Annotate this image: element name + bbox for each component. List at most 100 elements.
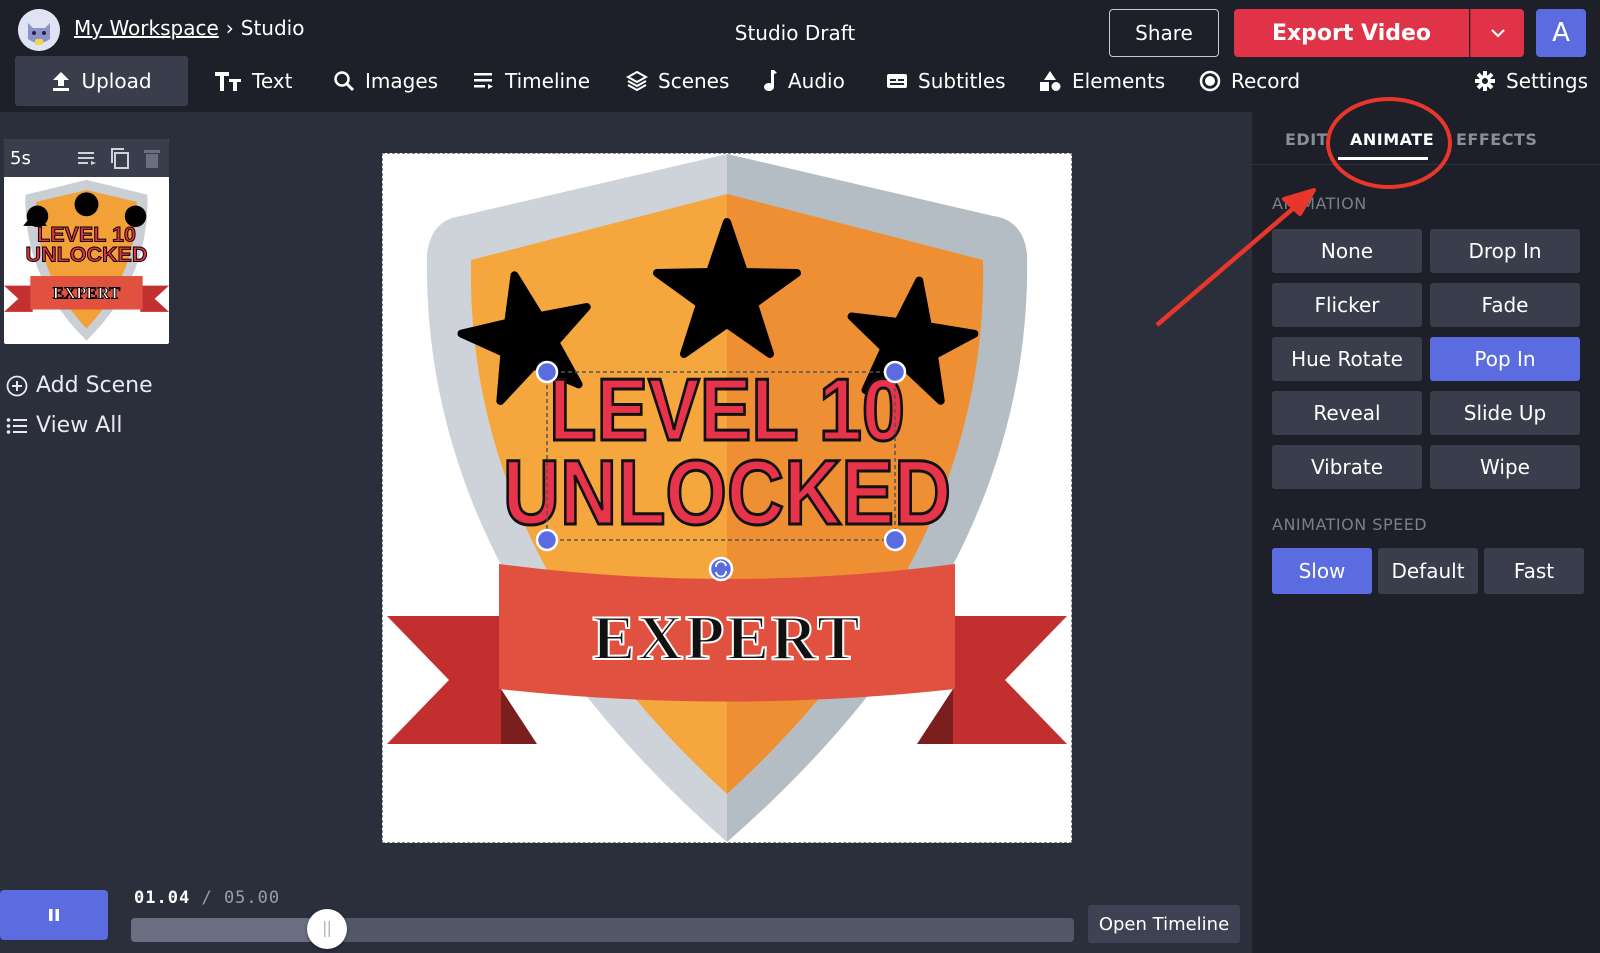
text-tool-label: Text	[252, 69, 293, 93]
resize-handle-top-right[interactable]	[883, 360, 907, 384]
ribbon-fold-left	[501, 689, 537, 744]
resize-handle-top-left[interactable]	[535, 360, 559, 384]
list-icon	[6, 417, 27, 434]
user-avatar[interactable]: A	[1536, 9, 1586, 57]
workspace-link[interactable]: My Workspace	[74, 16, 219, 40]
scrubber-progress	[131, 918, 328, 942]
animation-wipe-button[interactable]: Wipe	[1430, 445, 1580, 489]
view-all-label: View All	[36, 413, 123, 438]
animation-reveal-button[interactable]: Reveal	[1272, 391, 1422, 435]
gear-icon	[1475, 71, 1495, 91]
properties-panel: EDIT ANIMATE EFFECTS ANIMATION None Drop…	[1252, 112, 1600, 953]
add-scene-button[interactable]: Add Scene	[6, 373, 153, 398]
video-canvas[interactable]: LEVEL 10 UNLOCKED EXPERT	[382, 153, 1072, 843]
scene-card[interactable]: 5s LEVEL 10 UNLOCKED EXPERT	[4, 139, 169, 344]
shapes-icon	[1040, 71, 1061, 91]
open-timeline-button[interactable]: Open Timeline	[1088, 905, 1240, 943]
chevron-down-icon	[1490, 29, 1505, 38]
resize-handle-bottom-right[interactable]	[883, 528, 907, 552]
scrubber-track[interactable]	[131, 918, 1074, 942]
reorder-icon[interactable]	[77, 149, 99, 167]
animation-slide-up-button[interactable]: Slide Up	[1430, 391, 1580, 435]
animation-drop-in-button[interactable]: Drop In	[1430, 229, 1580, 273]
rotate-handle-icon[interactable]	[708, 556, 734, 582]
current-time: 01.04	[134, 888, 191, 908]
search-icon	[334, 71, 355, 92]
record-tool-label: Record	[1231, 69, 1301, 93]
time-separator: /	[201, 888, 213, 908]
thumb-ribbon-text: EXPERT	[53, 284, 120, 303]
text-tool-button[interactable]: Text	[214, 56, 292, 106]
total-time: 05.00	[223, 888, 281, 908]
upload-icon	[53, 72, 70, 91]
breadcrumb-separator: ›	[225, 16, 234, 40]
elements-tool-button[interactable]: Elements	[1038, 56, 1165, 106]
active-tab-indicator	[1338, 157, 1428, 160]
breadcrumb: My Workspace › Studio	[74, 16, 304, 40]
animation-pop-in-button[interactable]: Pop In	[1430, 337, 1580, 381]
text-icon	[215, 72, 241, 91]
tab-animate[interactable]: ANIMATE	[1350, 130, 1434, 149]
images-tool-label: Images	[365, 69, 439, 93]
pause-icon	[49, 909, 59, 921]
animation-section-label: ANIMATION	[1272, 194, 1367, 213]
export-video-button[interactable]: Export Video	[1234, 9, 1469, 57]
record-icon	[1199, 70, 1221, 92]
timeline-icon	[474, 73, 493, 89]
scene-thumbnail: LEVEL 10 UNLOCKED EXPERT	[4, 178, 169, 343]
resize-handle-bottom-left[interactable]	[535, 528, 559, 552]
headline-line2[interactable]: UNLOCKED	[501, 440, 952, 546]
timecode: 01.04 / 05.00	[134, 888, 280, 908]
workspace-logo[interactable]	[18, 9, 60, 51]
ribbon-tail-left	[387, 616, 501, 744]
animation-hue-rotate-button[interactable]: Hue Rotate	[1272, 337, 1422, 381]
subtitles-tool-button[interactable]: Subtitles	[886, 56, 1006, 106]
music-note-icon	[764, 70, 777, 91]
animation-speed-label: ANIMATION SPEED	[1272, 515, 1428, 534]
grip-icon	[324, 921, 331, 937]
top-bar: My Workspace › Studio Studio Draft Share…	[0, 0, 1600, 112]
timeline-tool-button[interactable]: Timeline	[473, 56, 590, 106]
duplicate-icon[interactable]	[109, 147, 131, 169]
images-tool-button[interactable]: Images	[333, 56, 438, 106]
record-tool-button[interactable]: Record	[1199, 56, 1300, 106]
upload-label: Upload	[81, 69, 152, 93]
speed-slow-button[interactable]: Slow	[1272, 548, 1372, 594]
settings-label: Settings	[1506, 69, 1589, 93]
trash-icon[interactable]	[141, 147, 163, 169]
upload-button[interactable]: Upload	[15, 56, 188, 106]
tab-effects[interactable]: EFFECTS	[1456, 130, 1537, 149]
project-title[interactable]: Studio Draft	[695, 21, 895, 45]
audio-tool-label: Audio	[788, 69, 845, 93]
ribbon-fold-right	[917, 689, 953, 744]
export-options-button[interactable]	[1470, 9, 1524, 57]
scrubber-handle[interactable]	[307, 909, 348, 949]
share-button[interactable]: Share	[1109, 9, 1219, 57]
scene-duration[interactable]: 5s	[10, 148, 31, 169]
elements-tool-label: Elements	[1072, 69, 1166, 93]
scenes-tool-label: Scenes	[658, 69, 730, 93]
scene-card-header: 5s	[4, 139, 169, 177]
view-all-button[interactable]: View All	[6, 413, 122, 438]
tab-edit[interactable]: EDIT	[1285, 130, 1328, 149]
animation-fade-button[interactable]: Fade	[1430, 283, 1580, 327]
timeline-tool-label: Timeline	[505, 69, 591, 93]
speed-fast-button[interactable]: Fast	[1484, 548, 1584, 594]
badge-artwork: LEVEL 10 UNLOCKED EXPERT	[387, 154, 1067, 842]
audio-tool-button[interactable]: Audio	[762, 56, 845, 106]
animation-flicker-button[interactable]: Flicker	[1272, 283, 1422, 327]
settings-button[interactable]: Settings	[1474, 56, 1588, 106]
plus-circle-icon	[6, 375, 28, 396]
pause-button[interactable]	[0, 890, 108, 940]
scenes-tool-button[interactable]: Scenes	[626, 56, 729, 106]
add-scene-label: Add Scene	[36, 373, 153, 398]
cat-logo-icon	[18, 9, 60, 51]
animation-vibrate-button[interactable]: Vibrate	[1272, 445, 1422, 489]
thumb-headline-line2: UNLOCKED	[26, 243, 148, 267]
ribbon-text[interactable]: EXPERT	[591, 601, 861, 674]
subtitles-icon	[887, 74, 907, 88]
layers-icon	[626, 70, 648, 92]
animation-none-button[interactable]: None	[1272, 229, 1422, 273]
speed-default-button[interactable]: Default	[1378, 548, 1478, 594]
ribbon-tail-right	[953, 616, 1067, 744]
